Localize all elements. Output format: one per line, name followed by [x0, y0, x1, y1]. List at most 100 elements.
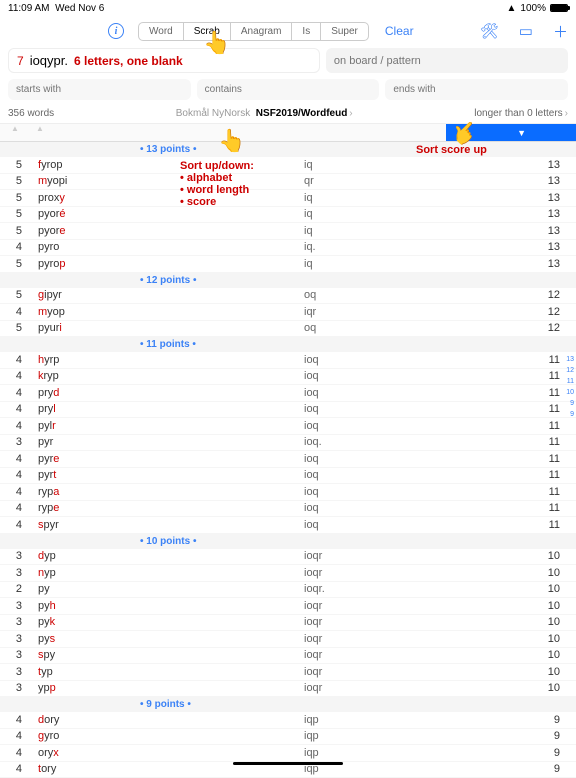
result-row[interactable]: 3pyrioq.11	[0, 435, 576, 452]
word-count: 356 words	[8, 108, 54, 119]
result-row[interactable]: 3spyioqr10	[0, 648, 576, 665]
length-filter[interactable]: longer than 0 letters	[474, 108, 562, 119]
result-row[interactable]: 3pyhioqr10	[0, 598, 576, 615]
rack-input[interactable]: 7 ioqypr. 6 letters, one blank	[8, 48, 320, 73]
word-length: 3	[0, 567, 30, 579]
result-row[interactable]: 5pyurioq12	[0, 321, 576, 338]
result-row[interactable]: 3typioqr10	[0, 664, 576, 681]
seg-scrab[interactable]: Scrab	[184, 23, 231, 40]
result-row[interactable]: 4pyrtioq11	[0, 468, 576, 485]
remaining-letters: ioqr	[300, 649, 506, 661]
book-icon[interactable]: ▭	[519, 22, 533, 40]
result-row[interactable]: 4hyrpioq11	[0, 352, 576, 369]
result-row[interactable]: 3pysioqr10	[0, 631, 576, 648]
result-row[interactable]: 5gipyroq12	[0, 288, 576, 305]
word-text: dory	[30, 714, 300, 726]
remaining-letters: qr	[300, 175, 506, 187]
remaining-letters: ioq	[300, 486, 506, 498]
side-index[interactable]: 1312111099	[566, 354, 574, 420]
result-row[interactable]: 4prylioq11	[0, 402, 576, 419]
result-row[interactable]: 4rypaioq11	[0, 484, 576, 501]
word-text: typ	[30, 666, 300, 678]
word-text: proxy	[30, 192, 300, 204]
remaining-letters: iq	[300, 258, 506, 270]
result-row[interactable]: 5fyropiq13	[0, 157, 576, 174]
wrench-icon[interactable]: 🛠	[480, 22, 499, 40]
word-text: spy	[30, 649, 300, 661]
result-row[interactable]: 5myopiqr13	[0, 174, 576, 191]
result-row[interactable]: 5pyropiq13	[0, 256, 576, 273]
result-row[interactable]: 3yppioqr10	[0, 681, 576, 698]
sort-col-score[interactable]: ▼	[446, 124, 576, 141]
remaining-letters: ioq	[300, 403, 506, 415]
result-row[interactable]: 2pyioqr.10	[0, 582, 576, 599]
remaining-letters: iq	[300, 208, 506, 220]
result-row[interactable]: 3pykioqr10	[0, 615, 576, 632]
word-text: rype	[30, 502, 300, 514]
result-row[interactable]: 4myopiqr12	[0, 304, 576, 321]
seg-is[interactable]: Is	[292, 23, 321, 40]
clear-button[interactable]: Clear	[385, 24, 414, 38]
sort-col-length[interactable]: ▲	[0, 124, 30, 141]
result-row[interactable]: 5pyoreiq13	[0, 223, 576, 240]
word-text: pyore	[30, 225, 300, 237]
word-text: oryx	[30, 747, 300, 759]
lang-selector[interactable]: Bokmål NyNorsk	[176, 108, 250, 119]
result-row[interactable]: 4doryiqp9	[0, 712, 576, 729]
word-score: 13	[506, 175, 576, 187]
result-row[interactable]: 4prydioq11	[0, 385, 576, 402]
remaining-letters: ioq	[300, 519, 506, 531]
dict-selector[interactable]: NSF2019/Wordfeud	[256, 108, 348, 119]
remaining-letters: ioq	[300, 420, 506, 432]
remaining-letters: ioqr	[300, 550, 506, 562]
sort-col-alpha[interactable]: ▲	[30, 124, 316, 141]
result-row[interactable]: 4pyroiq.13	[0, 240, 576, 257]
result-row[interactable]: 4pyreioq11	[0, 451, 576, 468]
word-length: 4	[0, 241, 30, 253]
word-text: fyrop	[30, 159, 300, 171]
plus-icon[interactable]: ＋	[553, 21, 568, 42]
board-pattern-input[interactable]	[326, 48, 568, 73]
sort-header[interactable]: ▲ ▲ ▼	[0, 124, 576, 142]
result-row[interactable]: 4rypeioq11	[0, 501, 576, 518]
word-text: pylr	[30, 420, 300, 432]
word-score: 13	[506, 192, 576, 204]
ends-with-input[interactable]	[385, 79, 568, 100]
seg-word[interactable]: Word	[139, 23, 184, 40]
remaining-letters: oq	[300, 289, 506, 301]
result-row[interactable]: 4spyrioq11	[0, 517, 576, 534]
seg-super[interactable]: Super	[321, 23, 368, 40]
word-score: 10	[506, 550, 576, 562]
result-row[interactable]: 5pyoréiq13	[0, 207, 576, 224]
result-row[interactable]: 3nypioqr10	[0, 565, 576, 582]
word-text: ypp	[30, 682, 300, 694]
result-row[interactable]: 4pylrioq11	[0, 418, 576, 435]
remaining-letters: iq.	[300, 241, 506, 253]
word-length: 4	[0, 714, 30, 726]
word-score: 13	[506, 225, 576, 237]
chevron-right-icon: ›	[349, 108, 352, 119]
contains-input[interactable]	[197, 79, 380, 100]
result-row[interactable]: 4krypioq11	[0, 369, 576, 386]
seg-anagram[interactable]: Anagram	[231, 23, 293, 40]
word-text: gyro	[30, 730, 300, 742]
rack-letters: ioqypr.	[30, 53, 68, 68]
remaining-letters: ioq	[300, 453, 506, 465]
word-length: 4	[0, 486, 30, 498]
result-row[interactable]: 4oryxiqp9	[0, 745, 576, 762]
word-length: 5	[0, 289, 30, 301]
triangle-down-icon: ▼	[517, 128, 526, 138]
starts-with-input[interactable]	[8, 79, 191, 100]
word-length: 4	[0, 420, 30, 432]
remaining-letters: iqp	[300, 763, 506, 775]
word-length: 4	[0, 370, 30, 382]
status-time: 11:09 AM	[8, 3, 50, 14]
result-row[interactable]: 3dypioqr10	[0, 549, 576, 566]
info-icon[interactable]: i	[108, 23, 124, 39]
result-row[interactable]: 4gyroiqp9	[0, 729, 576, 746]
word-length: 4	[0, 747, 30, 759]
result-row[interactable]: 5proxyiq13	[0, 190, 576, 207]
word-length: 5	[0, 159, 30, 171]
mode-segmented[interactable]: WordScrabAnagramIsSuper	[138, 22, 369, 41]
word-length: 3	[0, 649, 30, 661]
